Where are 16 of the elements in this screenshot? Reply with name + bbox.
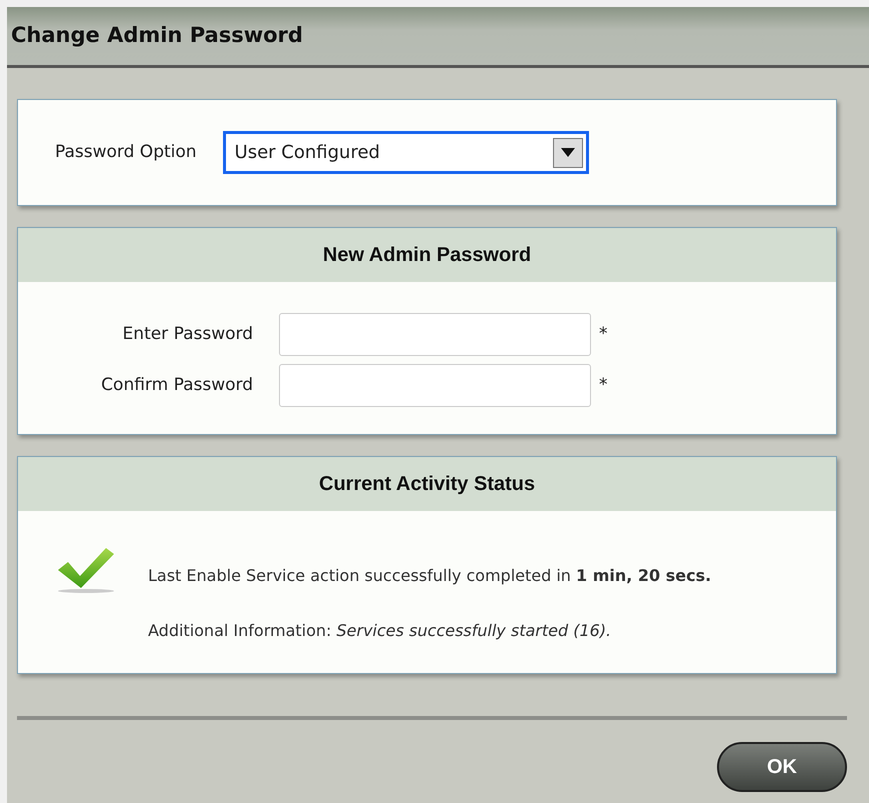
ok-button[interactable]: OK bbox=[717, 742, 847, 792]
additional-information: Additional Information: Services successfully started (16). bbox=[148, 620, 612, 642]
password-field[interactable] bbox=[279, 313, 591, 356]
required-mark: * bbox=[599, 322, 608, 346]
password-field[interactable] bbox=[279, 364, 591, 407]
panel-title: New Admin Password bbox=[322, 243, 532, 268]
field-label: Confirm Password bbox=[100, 374, 253, 397]
status-message: Last Enable Service action successfully completed in 1 min, 20 secs. bbox=[148, 565, 712, 587]
checkmark-icon bbox=[56, 546, 116, 594]
field-label: Password Option bbox=[55, 140, 197, 164]
window-title: Change Admin Password bbox=[11, 22, 303, 50]
field-label: Enter Password bbox=[122, 322, 253, 346]
caret-icon bbox=[552, 138, 583, 168]
password-option-dropdown[interactable]: User Configured bbox=[222, 131, 589, 174]
required-mark: * bbox=[599, 374, 608, 397]
panel-title: Current Activity Status bbox=[319, 472, 535, 497]
